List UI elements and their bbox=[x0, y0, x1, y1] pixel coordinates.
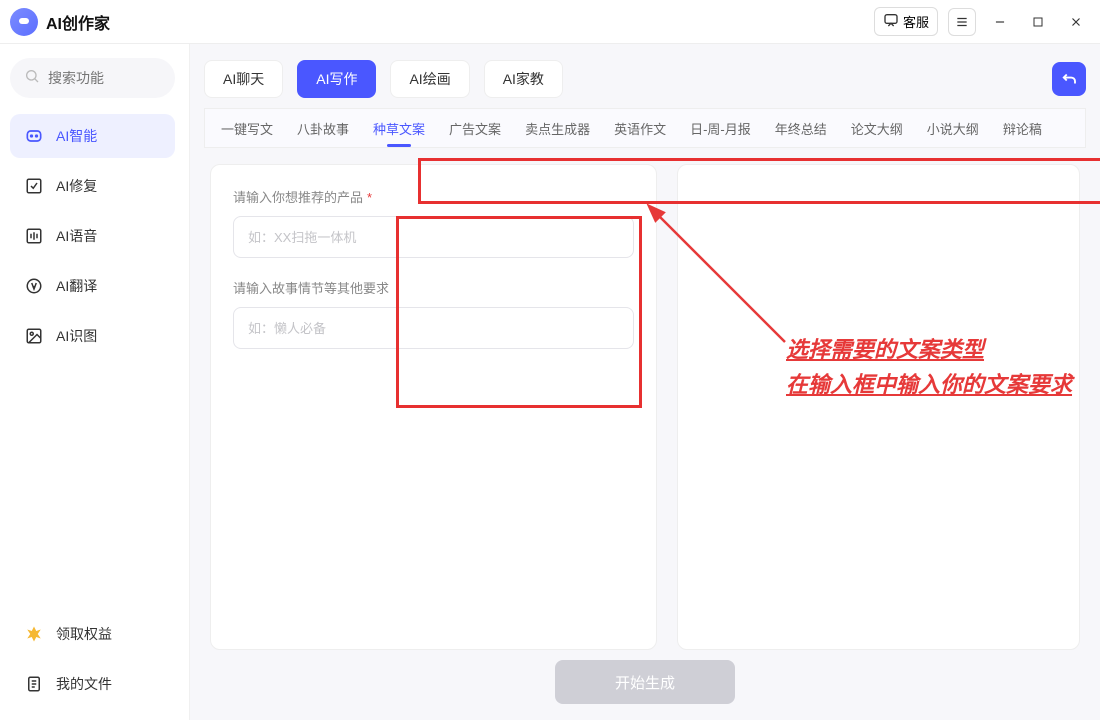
subtab-year-summary[interactable]: 年终总结 bbox=[763, 109, 839, 147]
sidebar-item-ai-smart[interactable]: AI智能 bbox=[10, 114, 175, 158]
subtab-novel-outline[interactable]: 小说大纲 bbox=[915, 109, 991, 147]
tab-label: AI家教 bbox=[503, 69, 544, 89]
ai-repair-icon bbox=[24, 176, 44, 196]
subtab-label: 论文大纲 bbox=[851, 119, 903, 138]
subtab-label: 日-周-月报 bbox=[690, 119, 751, 138]
tab-ai-write[interactable]: AI写作 bbox=[297, 60, 376, 98]
subtab-label: 辩论稿 bbox=[1003, 119, 1042, 138]
sidebar-item-ai-voice[interactable]: AI语音 bbox=[10, 214, 175, 258]
main-area: AI聊天 AI写作 AI绘画 AI家教 一键写文 八卦故事 种草文案 广告文案 … bbox=[190, 44, 1100, 720]
ai-translate-icon bbox=[24, 276, 44, 296]
return-button[interactable] bbox=[1052, 62, 1086, 96]
input-panel: 请输入你想推荐的产品* 请输入故事情节等其他要求 bbox=[210, 164, 657, 650]
tab-label: AI绘画 bbox=[409, 69, 450, 89]
sidebar-item-label: 我的文件 bbox=[56, 674, 112, 694]
chat-icon bbox=[883, 12, 899, 31]
sidebar-item-ai-image[interactable]: AI识图 bbox=[10, 314, 175, 358]
generate-button[interactable]: 开始生成 bbox=[555, 660, 735, 704]
subtab-label: 小说大纲 bbox=[927, 119, 979, 138]
ai-voice-icon bbox=[24, 226, 44, 246]
subtab-onekey[interactable]: 一键写文 bbox=[209, 109, 285, 147]
titlebar: AI创作家 客服 bbox=[0, 0, 1100, 44]
subtab-english-essay[interactable]: 英语作文 bbox=[602, 109, 678, 147]
sidebar-item-ai-repair[interactable]: AI修复 bbox=[10, 164, 175, 208]
subtab-label: 卖点生成器 bbox=[525, 119, 590, 138]
sidebar-item-my-files[interactable]: 我的文件 bbox=[10, 662, 175, 706]
search-box[interactable] bbox=[10, 58, 175, 98]
subtab-row: 一键写文 八卦故事 种草文案 广告文案 卖点生成器 英语作文 日-周-月报 年终… bbox=[204, 108, 1086, 148]
hamburger-menu-button[interactable] bbox=[948, 8, 976, 36]
field2-label: 请输入故事情节等其他要求 bbox=[233, 278, 634, 297]
sidebar-item-label: AI修复 bbox=[56, 176, 97, 196]
sidebar-item-ai-translate[interactable]: AI翻译 bbox=[10, 264, 175, 308]
app-title: AI创作家 bbox=[46, 10, 110, 34]
tab-ai-tutor[interactable]: AI家教 bbox=[484, 60, 563, 98]
requirement-input[interactable] bbox=[233, 307, 634, 349]
sidebar-item-label: AI翻译 bbox=[56, 276, 97, 296]
subtab-label: 英语作文 bbox=[614, 119, 666, 138]
tab-ai-paint[interactable]: AI绘画 bbox=[390, 60, 469, 98]
subtab-label: 种草文案 bbox=[373, 119, 425, 138]
subtab-ad-copy[interactable]: 广告文案 bbox=[437, 109, 513, 147]
window-maximize-button[interactable] bbox=[1024, 8, 1052, 36]
sidebar-item-label: 领取权益 bbox=[56, 624, 112, 644]
ai-image-icon bbox=[24, 326, 44, 346]
window-minimize-button[interactable] bbox=[986, 8, 1014, 36]
subtab-label: 广告文案 bbox=[449, 119, 501, 138]
product-input[interactable] bbox=[233, 216, 634, 258]
top-tab-row: AI聊天 AI写作 AI绘画 AI家教 bbox=[190, 44, 1100, 108]
tab-label: AI写作 bbox=[316, 69, 357, 89]
subtab-reports[interactable]: 日-周-月报 bbox=[678, 109, 763, 147]
output-panel bbox=[677, 164, 1080, 650]
subtab-selling-points[interactable]: 卖点生成器 bbox=[513, 109, 602, 147]
tab-label: AI聊天 bbox=[223, 69, 264, 89]
sidebar-item-benefits[interactable]: 领取权益 bbox=[10, 612, 175, 656]
subtab-gossip[interactable]: 八卦故事 bbox=[285, 109, 361, 147]
subtab-thesis-outline[interactable]: 论文大纲 bbox=[839, 109, 915, 147]
search-icon bbox=[24, 68, 40, 89]
required-asterisk: * bbox=[367, 190, 372, 205]
subtab-debate[interactable]: 辩论稿 bbox=[991, 109, 1054, 147]
sidebar-item-label: AI语音 bbox=[56, 226, 97, 246]
files-icon bbox=[24, 674, 44, 694]
subtab-label: 年终总结 bbox=[775, 119, 827, 138]
search-input[interactable] bbox=[48, 70, 161, 86]
sidebar-item-label: AI智能 bbox=[56, 126, 97, 146]
window-close-button[interactable] bbox=[1062, 8, 1090, 36]
subtab-label: 八卦故事 bbox=[297, 119, 349, 138]
field1-label: 请输入你想推荐的产品* bbox=[233, 187, 634, 206]
benefits-icon bbox=[24, 624, 44, 644]
app-logo-icon bbox=[10, 8, 38, 36]
sidebar: AI智能 AI修复 AI语音 AI翻译 AI识图 bbox=[0, 44, 190, 720]
customer-service-button[interactable]: 客服 bbox=[874, 7, 938, 36]
tab-ai-chat[interactable]: AI聊天 bbox=[204, 60, 283, 98]
customer-service-label: 客服 bbox=[903, 12, 929, 31]
subtab-recommend-copy[interactable]: 种草文案 bbox=[361, 109, 437, 147]
sidebar-item-label: AI识图 bbox=[56, 326, 97, 346]
subtab-label: 一键写文 bbox=[221, 119, 273, 138]
ai-smart-icon bbox=[24, 126, 44, 146]
